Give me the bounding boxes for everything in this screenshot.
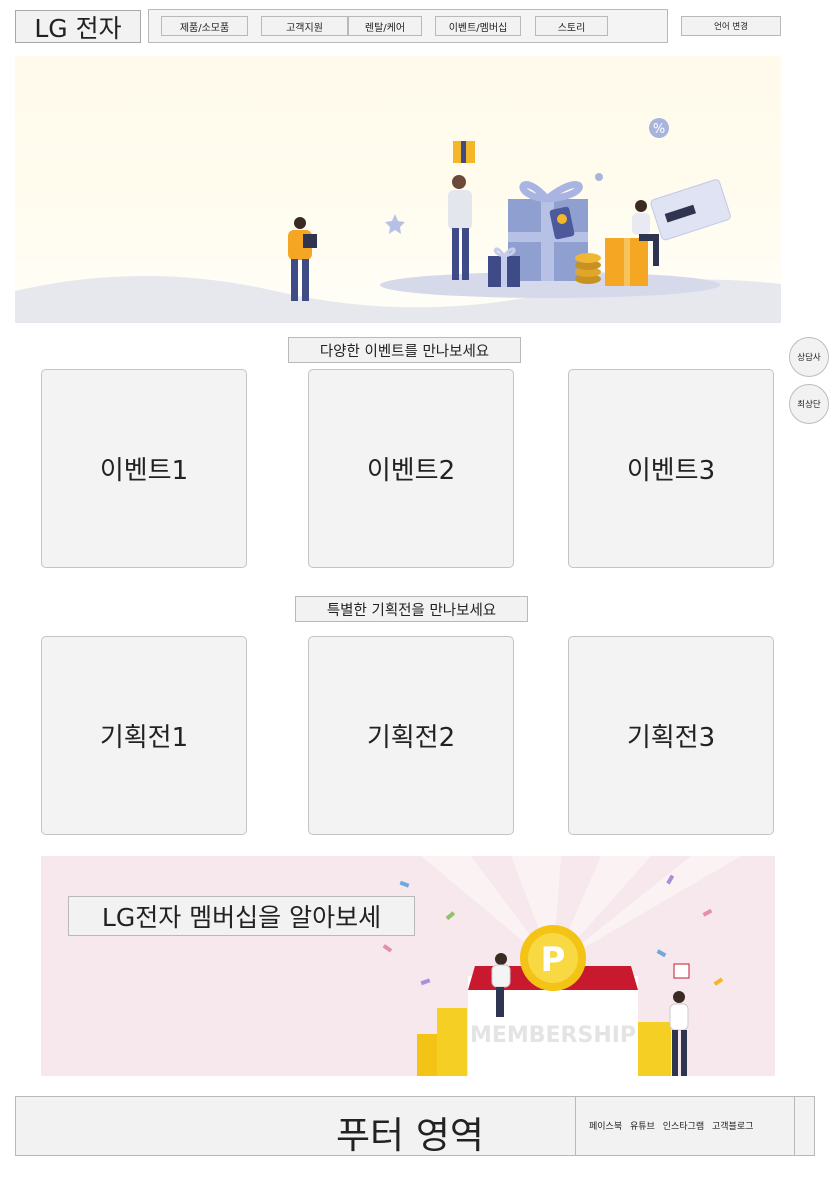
footer-title: 푸터 영역 xyxy=(336,1114,484,1157)
main-nav: 제품/소모품 고객지원 렌탈/케어 이벤트/멤버십 스토리 xyxy=(148,9,668,43)
footer-links: 페이스북 유튜브 인스타그램 고객블로그 xyxy=(589,1119,758,1132)
scroll-top-button[interactable]: 최상단 xyxy=(789,384,829,424)
exhibitions-section-title: 특별한 기획전을 만나보세요 xyxy=(295,596,528,622)
gift-event-illustration: % xyxy=(15,118,781,323)
coin-stack-right xyxy=(633,1022,671,1076)
nav-item-events[interactable]: 이벤트/멤버십 xyxy=(435,16,521,36)
man-figure xyxy=(448,190,472,230)
star-shape xyxy=(385,214,405,234)
svg-text:P: P xyxy=(541,940,566,980)
nav-item-support[interactable]: 고객지원 xyxy=(261,16,348,36)
events-section-title: 다양한 이벤트를 만나보세요 xyxy=(288,337,521,363)
woman-figure xyxy=(491,964,511,988)
membership-illustration: MEMBERSHIP P xyxy=(382,856,741,1076)
footer: 푸터 영역 페이스북 유튜브 인스타그램 고객블로그 xyxy=(15,1096,815,1157)
membership-banner-text: MEMBERSHIP xyxy=(470,1023,636,1048)
blog-link[interactable]: 고객블로그 xyxy=(712,1122,753,1132)
man-figure xyxy=(669,1003,689,1031)
ribbon-bow xyxy=(519,181,583,203)
svg-text:%: % xyxy=(653,122,665,137)
membership-title: LG전자 멤버십을 알아보세 xyxy=(68,896,415,936)
language-button[interactable]: 언어 변경 xyxy=(681,16,781,36)
footer-divider xyxy=(794,1097,795,1155)
nav-item-rental[interactable]: 렌탈/케어 xyxy=(348,16,422,36)
facebook-link[interactable]: 페이스북 xyxy=(589,1122,622,1132)
exhibition-card[interactable]: 기획전1 xyxy=(41,636,247,835)
logo[interactable]: LG 전자 xyxy=(15,10,141,43)
event-card[interactable]: 이벤트3 xyxy=(568,369,774,568)
consult-button[interactable]: 상담사 xyxy=(789,337,829,377)
woman-figure xyxy=(632,213,650,235)
credit-card xyxy=(650,179,731,241)
hero-banner[interactable]: % xyxy=(15,56,781,323)
footer-divider xyxy=(575,1097,576,1155)
youtube-link[interactable]: 유튜브 xyxy=(630,1122,655,1132)
exhibition-card[interactable]: 기획전2 xyxy=(308,636,514,835)
coin-stack-left xyxy=(437,1008,467,1076)
event-card[interactable]: 이벤트2 xyxy=(308,369,514,568)
event-card[interactable]: 이벤트1 xyxy=(41,369,247,568)
membership-banner[interactable]: MEMBERSHIP P LG전자 멤버십을 알아보세 xyxy=(41,856,775,1076)
coin-stack xyxy=(575,253,601,263)
exhibition-card[interactable]: 기획전3 xyxy=(568,636,774,835)
instagram-link[interactable]: 인스타그램 xyxy=(663,1122,704,1132)
nav-item-products[interactable]: 제품/소모품 xyxy=(161,16,248,36)
nav-item-story[interactable]: 스토리 xyxy=(535,16,608,36)
